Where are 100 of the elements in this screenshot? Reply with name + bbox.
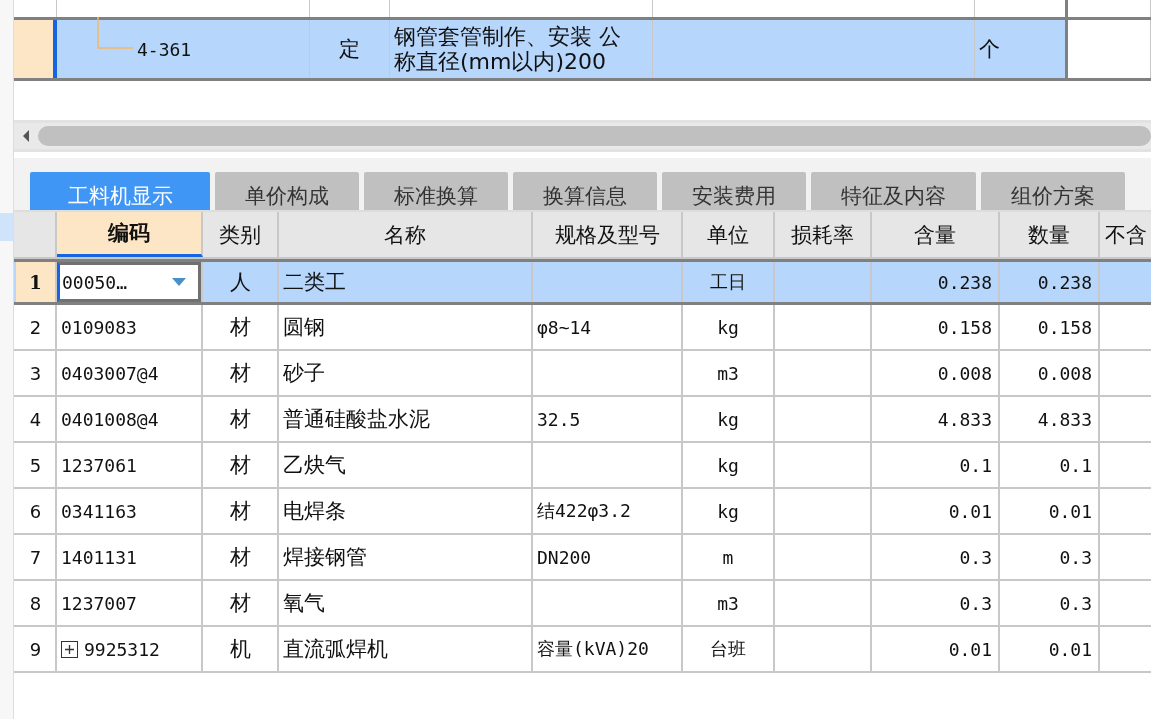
- table-cell-text: 材: [229, 360, 251, 387]
- tab[interactable]: 组价方案: [981, 172, 1125, 210]
- row-number: 6: [29, 500, 42, 522]
- table-cell-text: 氧气: [283, 590, 325, 617]
- table-cell: 0.158: [937, 316, 992, 338]
- table-cell: kg: [717, 316, 739, 338]
- table-cell: 0.238: [1037, 271, 1092, 293]
- table-cell: 32.5: [537, 408, 581, 430]
- row-number: 1: [29, 271, 42, 293]
- tree-line: [97, 17, 133, 49]
- table-row[interactable]: 2 0109083 材 圆钢 φ8~14 kg 0.158 0.158: [14, 305, 1151, 351]
- table-cell-text: 材: [229, 498, 251, 525]
- table-cell: 0.01: [948, 638, 992, 660]
- tab[interactable]: 标准换算: [364, 172, 508, 210]
- column-header[interactable]: 不含: [1100, 212, 1151, 257]
- column-header[interactable]: 损耗率: [775, 212, 872, 257]
- table-cell-text: 钢管套管制作、安装 公称直径(mm以内)200: [394, 23, 622, 75]
- table-cell: 4.833: [1037, 408, 1092, 430]
- table-cell: 结422φ3.2: [537, 499, 631, 523]
- table-cell: 0.1: [959, 454, 992, 476]
- tab[interactable]: 特征及内容: [811, 172, 976, 210]
- table-row[interactable]: 1 00050… 人 二类工 工日 0.238 0.238: [14, 259, 1151, 305]
- table-cell: 台班: [710, 637, 746, 661]
- code-dropdown[interactable]: 00050…: [57, 262, 201, 302]
- table-cell-text: 个: [979, 36, 1000, 63]
- table-cell: 0.01: [1048, 638, 1092, 660]
- dropdown-arrow-icon[interactable]: [172, 278, 186, 286]
- table-cell: m3: [717, 592, 739, 614]
- table-cell: kg: [717, 500, 739, 522]
- table-cell: 0.01: [948, 500, 992, 522]
- table-cell: 0.01: [1048, 500, 1092, 522]
- table-row[interactable]: 7 1401131 材 焊接钢管 DN200 m 0.3 0.3: [14, 535, 1151, 581]
- column-header[interactable]: 名称: [279, 212, 533, 257]
- table-row[interactable]: 5 1237061 材 乙炔气 kg 0.1 0.1: [14, 443, 1151, 489]
- table-cell-text: 砂子: [283, 360, 325, 387]
- table-cell: 0341163: [61, 500, 137, 522]
- tab[interactable]: 换算信息: [513, 172, 657, 210]
- column-header[interactable]: 规格及型号: [533, 212, 683, 257]
- horizontal-scrollbar[interactable]: [14, 120, 1151, 152]
- column-header[interactable]: 数量: [1000, 212, 1100, 257]
- table-cell-text: 乙炔气: [283, 452, 346, 479]
- table-cell: 0.008: [937, 362, 992, 384]
- table-row[interactable]: 4 0401008@4 材 普通硅酸盐水泥 32.5 kg 4.833 4.833: [14, 397, 1151, 443]
- table-cell: 0401008@4: [61, 408, 159, 430]
- row-number: 5: [29, 454, 42, 476]
- table-cell-text: 直流弧焊机: [283, 636, 388, 663]
- table-cell: 4-361: [137, 38, 192, 60]
- table-cell-text: 材: [229, 406, 251, 433]
- row-number: 9: [29, 638, 42, 660]
- column-header[interactable]: 类别: [203, 212, 279, 257]
- table-cell: 0.158: [1037, 316, 1092, 338]
- table-cell: 0403007@4: [61, 362, 159, 384]
- table-cell-text: 人: [229, 269, 251, 296]
- table-cell-text: 材: [229, 590, 251, 617]
- table-cell: 0109083: [61, 316, 137, 338]
- table-cell: φ8~14: [537, 316, 592, 338]
- table-cell: 1401131: [61, 546, 137, 568]
- row-number: 3: [29, 362, 42, 384]
- table-cell-text: 材: [229, 544, 251, 571]
- table-cell-text: 定: [339, 36, 360, 63]
- table-cell: kg: [717, 454, 739, 476]
- table-cell: 0.238: [937, 271, 992, 293]
- row-number: 7: [29, 546, 42, 568]
- table-cell: 工日: [710, 270, 746, 294]
- table-cell: DN200: [537, 546, 592, 568]
- table-row[interactable]: 6 0341163 材 电焊条 结422φ3.2 kg 0.01 0.01: [14, 489, 1151, 535]
- table-cell: 0.008: [1037, 362, 1092, 384]
- tab[interactable]: 单价构成: [215, 172, 359, 210]
- table-cell-text: 电焊条: [283, 498, 346, 525]
- table-cell: 0.1: [1059, 454, 1092, 476]
- row-number: 8: [29, 592, 42, 614]
- scroll-left-icon[interactable]: [22, 130, 30, 142]
- expand-icon[interactable]: [61, 640, 78, 658]
- table-cell: 容量(kVA)20: [537, 637, 649, 661]
- table-row[interactable]: 8 1237007 材 氧气 m3 0.3 0.3: [14, 581, 1151, 627]
- table-cell: m3: [717, 362, 739, 384]
- table-cell-text: 机: [229, 636, 251, 663]
- table-cell: 9925312: [84, 638, 160, 660]
- table-cell: 4.833: [937, 408, 992, 430]
- table-row[interactable]: 3 0403007@4 材 砂子 m3 0.008 0.008: [14, 351, 1151, 397]
- table-cell: m: [722, 546, 734, 568]
- table-row[interactable]: 9 9925312 机 直流弧焊机 容量(kVA)20 台班 0.01 0.01: [14, 627, 1151, 673]
- table-cell-text: 材: [229, 452, 251, 479]
- table-cell: 0.3: [1059, 592, 1092, 614]
- row-header[interactable]: [14, 20, 57, 78]
- column-header[interactable]: 编码: [57, 212, 203, 257]
- table-cell-text: 圆钢: [283, 314, 325, 341]
- table-cell: 0.3: [959, 546, 992, 568]
- column-header[interactable]: 单位: [683, 212, 775, 257]
- column-header[interactable]: 含量: [872, 212, 1000, 257]
- row-number: 4: [29, 408, 42, 430]
- table-cell: 1237061: [61, 454, 137, 476]
- table-cell-text: 焊接钢管: [283, 544, 367, 571]
- table-cell-text: 二类工: [283, 269, 346, 296]
- tab[interactable]: 安装费用: [662, 172, 806, 210]
- grid-row[interactable]: 4-361 定 钢管套管制作、安装 公称直径(mm以内)200 个: [14, 17, 1151, 81]
- table-cell: 0.3: [959, 592, 992, 614]
- table-cell-text: 材: [229, 314, 251, 341]
- table-cell: kg: [717, 408, 739, 430]
- table-cell: 0.3: [1059, 546, 1092, 568]
